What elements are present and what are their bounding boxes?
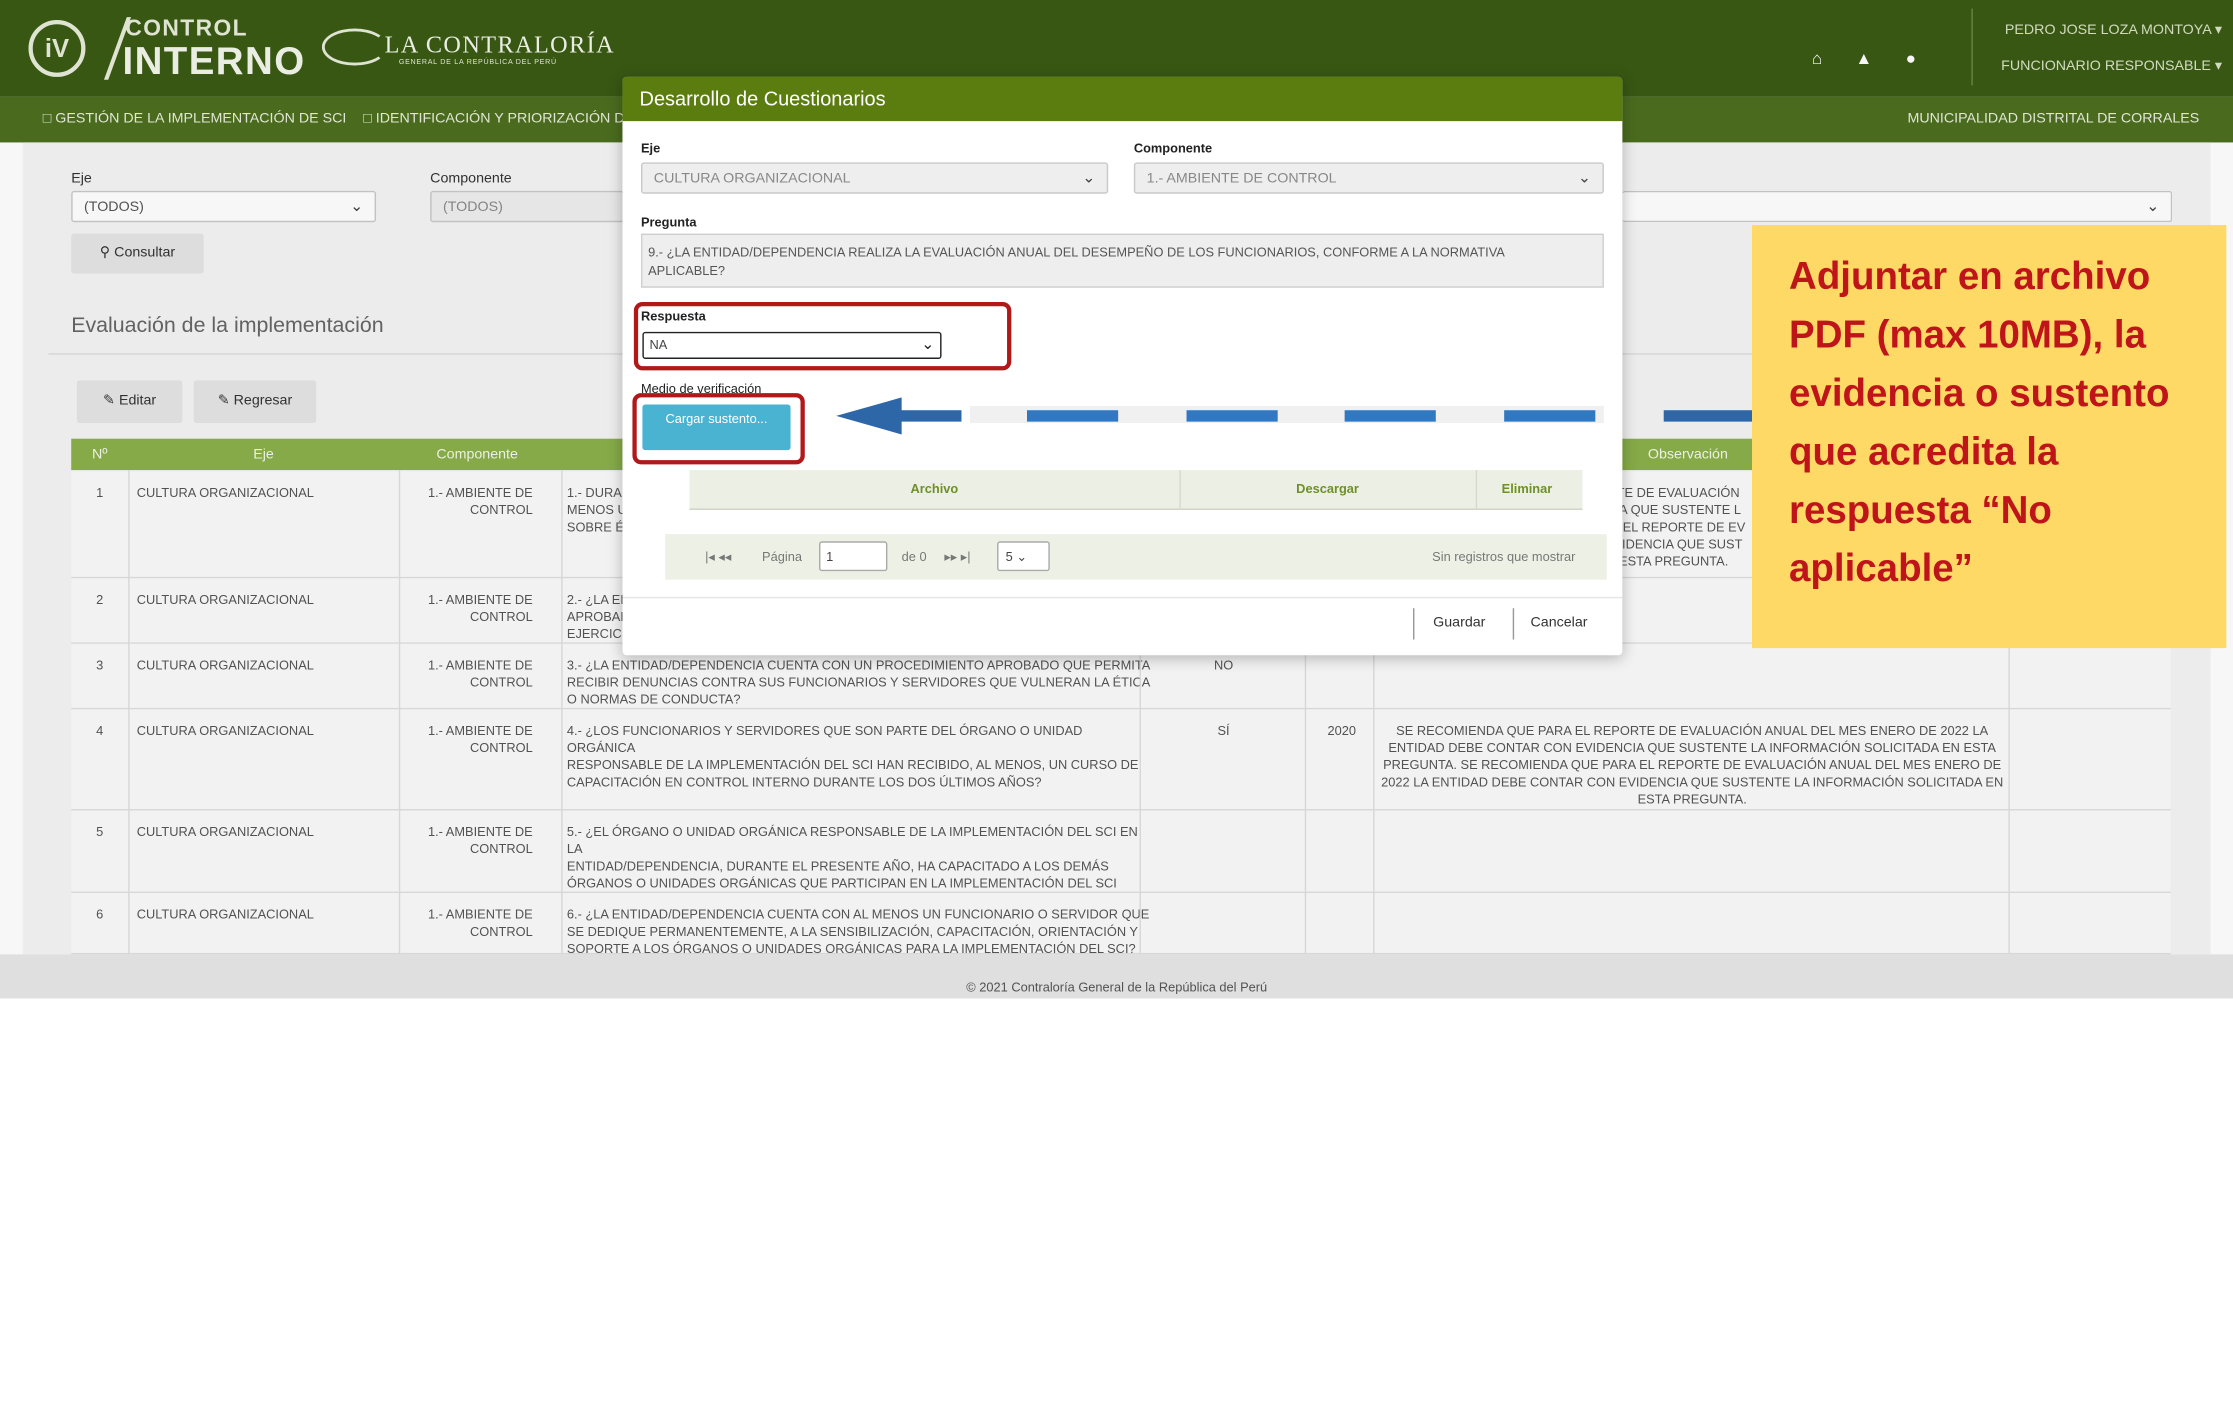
pager-page-label: Página [762,549,802,565]
cuestionario-modal: Desarrollo de Cuestionarios Eje CULTURA … [622,76,1623,656]
modal-title: Desarrollo de Cuestionarios [639,86,886,110]
respuesta-label: Respuesta [640,309,706,324]
guardar-button[interactable]: Guardar [1413,608,1505,640]
pager-empty-message: Sin registros que mostrar [1432,549,1576,565]
callout-connector-line [1663,410,1753,422]
modal-componente-label: Componente [1133,141,1213,156]
modal-componente-select[interactable]: 1.- AMBIENTE DE CONTROL ⌄ [1133,162,1604,194]
col-eliminar: Eliminar [1501,481,1553,496]
pager-total-label: de 0 [901,549,927,565]
modal-footer-divider [622,596,1623,599]
pregunta-line-2: APLICABLE? [648,263,726,278]
instruction-callout: Adjuntar en archivo PDF (max 10MB), la e… [1752,225,2227,649]
modal-eje-select[interactable]: CULTURA ORGANIZACIONAL ⌄ [640,162,1109,194]
chevron-down-icon: ⌄ [921,336,935,354]
pager-first-prev-icons[interactable]: |◂ ◂◂ [705,550,731,566]
arrow-pointer-shaft [898,410,962,422]
upload-progress-bar [970,405,1604,424]
arrow-pointer-icon [836,397,902,435]
pregunta-label: Pregunta [640,215,697,230]
pager-page-input[interactable]: 1 [819,541,888,572]
cancelar-button[interactable]: Cancelar [1512,608,1604,640]
progress-segment [1026,410,1119,422]
respuesta-select[interactable]: NA ⌄ [642,331,942,359]
pager-next-last-icons[interactable]: ▸▸ ▸| [944,550,970,566]
files-table-header: Archivo Descargar Eliminar [689,470,1583,510]
progress-segment [1344,410,1436,422]
pager-size-select[interactable]: 5 ⌄ [997,541,1050,572]
files-pager: |◂ ◂◂ Página 1 de 0 ▸▸ ▸| 5 ⌄ Sin regist… [665,534,1607,580]
modal-eje-label: Eje [640,141,661,156]
progress-segment [1186,410,1278,422]
chevron-down-icon: ⌄ [1577,169,1592,187]
callout-text: Adjuntar en archivo PDF (max 10MB), la e… [1789,254,2170,590]
chevron-down-icon: ⌄ [1082,169,1096,187]
modal-header: Desarrollo de Cuestionarios [622,76,1623,122]
col-archivo: Archivo [910,481,959,496]
progress-segment [1504,410,1596,422]
col-descargar: Descargar [1296,481,1359,496]
pregunta-textbox: 9.- ¿LA ENTIDAD/DEPENDENCIA REALIZA LA E… [640,233,1604,288]
pregunta-line-1: 9.- ¿LA ENTIDAD/DEPENDENCIA REALIZA LA E… [648,244,1505,260]
cargar-sustento-button[interactable]: Cargar sustento... [642,404,791,451]
chevron-down-icon: ⌄ [1016,549,1028,565]
